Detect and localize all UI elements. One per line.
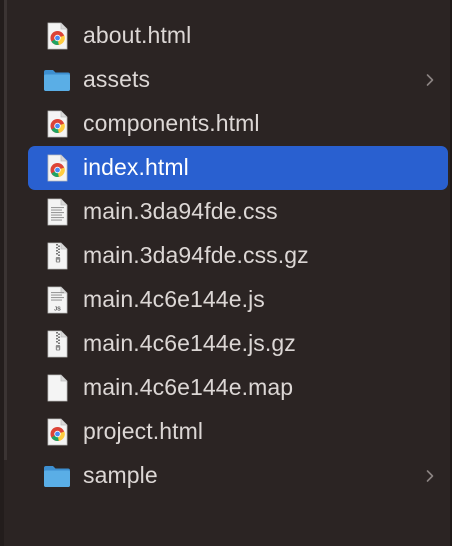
- file-list: about.html assets components.html index.htm…: [28, 14, 448, 498]
- folder-row[interactable]: assets: [28, 58, 448, 102]
- js-document-icon: JS: [42, 285, 72, 315]
- file-name-label: main.3da94fde.css.gz: [83, 241, 309, 268]
- file-row[interactable]: main.3da94fde.css: [28, 190, 448, 234]
- chrome-html-icon: [42, 417, 72, 447]
- file-name-label: main.4c6e144e.js.gz: [83, 329, 296, 356]
- file-name-label: main.3da94fde.css: [83, 197, 278, 224]
- chrome-html-icon: [42, 153, 72, 183]
- file-name-label: sample: [83, 461, 158, 488]
- vertical-scrollbar[interactable]: [4, 0, 7, 460]
- css-document-icon: [42, 197, 72, 227]
- finder-column-pane: about.html assets components.html index.htm…: [0, 0, 452, 546]
- file-row[interactable]: JS main.4c6e144e.js: [28, 278, 448, 322]
- archive-document-icon: [42, 329, 72, 359]
- file-row[interactable]: main.4c6e144e.map: [28, 366, 448, 410]
- folder-row[interactable]: sample: [28, 454, 448, 498]
- archive-document-icon: [42, 241, 72, 271]
- folder-icon: [42, 461, 72, 491]
- file-name-label: project.html: [83, 417, 204, 444]
- file-row[interactable]: main.3da94fde.css.gz: [28, 234, 448, 278]
- file-name-label: about.html: [83, 21, 192, 48]
- file-name-label: index.html: [83, 153, 189, 180]
- chevron-right-icon[interactable]: [424, 72, 436, 88]
- folder-icon: [42, 65, 72, 95]
- file-name-label: assets: [83, 65, 151, 92]
- svg-text:JS: JS: [54, 307, 61, 313]
- file-name-label: main.4c6e144e.js: [83, 285, 265, 312]
- chrome-html-icon: [42, 109, 72, 139]
- chrome-html-icon: [42, 21, 72, 51]
- chevron-right-icon[interactable]: [424, 468, 436, 484]
- file-row[interactable]: project.html: [28, 410, 448, 454]
- file-row[interactable]: index.html: [28, 146, 448, 190]
- file-name-label: main.4c6e144e.map: [83, 373, 294, 400]
- file-row[interactable]: main.4c6e144e.js.gz: [28, 322, 448, 366]
- blank-document-icon: [42, 373, 72, 403]
- file-row[interactable]: components.html: [28, 102, 448, 146]
- file-name-label: components.html: [83, 109, 260, 136]
- file-row[interactable]: about.html: [28, 14, 448, 58]
